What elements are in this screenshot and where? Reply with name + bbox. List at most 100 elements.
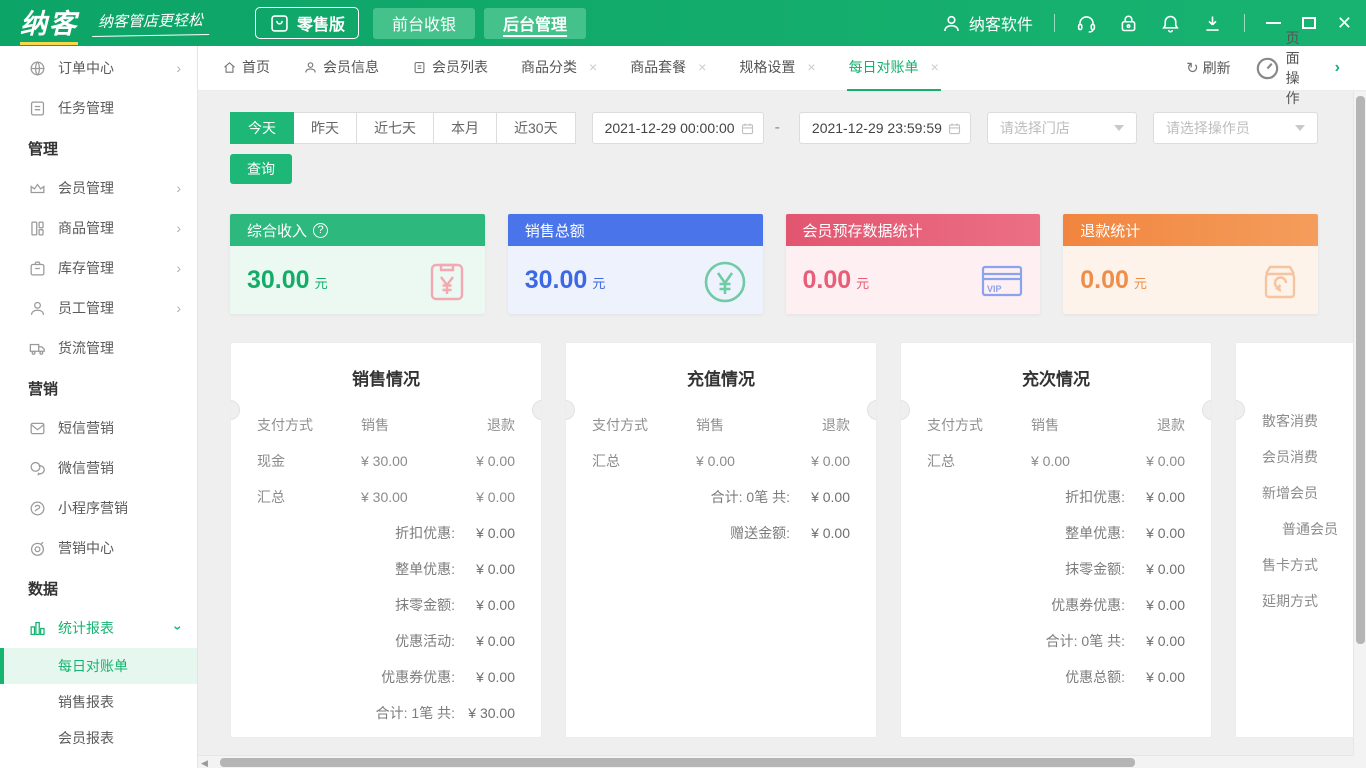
panel-title	[1236, 365, 1353, 389]
refresh-button[interactable]: ↻ 刷新	[1186, 58, 1231, 78]
table-header: 支付方式销售退款	[592, 407, 850, 443]
bell-icon[interactable]	[1160, 13, 1181, 34]
tab-goods-combo[interactable]: 商品套餐 ×	[628, 46, 708, 91]
headset-icon[interactable]	[1076, 13, 1097, 34]
sidebar-subitem-sales-report[interactable]: 销售报表	[0, 684, 197, 720]
sidebar-subitem-member-report[interactable]: 会员报表	[0, 720, 197, 756]
user-icon	[303, 60, 318, 75]
main-area: 首页 会员信息 会员列表 商品分类 × 商品套餐 ×	[198, 46, 1366, 768]
summary-row: 抹零金额:¥ 0.00	[927, 551, 1185, 587]
summary-row: 合计: 0笔 共:¥ 0.00	[592, 479, 850, 515]
crown-icon	[28, 179, 47, 198]
globe-icon	[28, 59, 47, 78]
stat-card-total-income: 综合收入 ? 30.00元	[230, 214, 485, 314]
lock-icon[interactable]	[1118, 13, 1139, 34]
scrollbar-corner	[1353, 755, 1366, 768]
inventory-box-icon	[28, 259, 47, 278]
chevron-right-icon: ›	[176, 180, 181, 196]
tab-daily-reconciliation[interactable]: 每日对账单 ×	[847, 46, 941, 91]
sidebar-item-goods-mgmt[interactable]: 商品管理 ›	[0, 208, 197, 248]
sidebar-item-miniprogram-marketing[interactable]: 小程序营销	[0, 488, 197, 528]
operator-select[interactable]: 请选择操作员	[1153, 112, 1318, 144]
edition-button[interactable]: 零售版	[255, 7, 359, 39]
refresh-icon: ↻	[1186, 59, 1199, 77]
edition-label: 零售版	[297, 11, 345, 35]
close-icon[interactable]: ×	[589, 59, 597, 75]
top-nav: 前台收银 后台管理	[373, 8, 586, 39]
front-cashier-button[interactable]: 前台收银	[373, 8, 475, 39]
truck-icon	[28, 339, 47, 358]
sidebar-section-management: 管理	[0, 128, 197, 168]
sidebar: 订单中心 › 任务管理 管理 会员管理 › 商品管理 › 库存管理 ›	[0, 46, 198, 768]
end-datetime-input[interactable]	[799, 112, 971, 144]
query-button[interactable]: 查询	[230, 154, 292, 184]
close-icon[interactable]: ×	[698, 59, 706, 75]
range-last7days-button[interactable]: 近七天	[357, 112, 434, 144]
summary-row: 优惠总额:¥ 0.00	[927, 659, 1185, 695]
sidebar-item-statistics-reports[interactable]: 统计报表 ›	[0, 608, 197, 648]
sidebar-item-order-center[interactable]: 订单中心 ›	[0, 48, 197, 88]
backstage-button[interactable]: 后台管理	[484, 8, 586, 39]
tab-member-info[interactable]: 会员信息	[301, 46, 381, 91]
refund-box-icon	[1256, 256, 1304, 304]
topbar: 纳客 纳客管店更轻松 零售版 前台收银 后台管理 纳客软件	[0, 0, 1366, 46]
sidebar-item-marketing-center[interactable]: 营销中心	[0, 528, 197, 568]
close-icon[interactable]: ×	[807, 59, 815, 75]
sidebar-item-task-mgmt[interactable]: 任务管理	[0, 88, 197, 128]
task-doc-icon	[28, 99, 47, 118]
summary-row: 折扣优惠:¥ 0.00	[257, 515, 515, 551]
label-row: 会员消费	[1262, 439, 1353, 475]
tab-home[interactable]: 首页	[220, 46, 272, 91]
sidebar-item-logistics-mgmt[interactable]: 货流管理	[0, 328, 197, 368]
horizontal-scroll-thumb[interactable]	[220, 758, 1135, 767]
help-icon[interactable]: ?	[313, 223, 328, 238]
account-name: 纳客软件	[969, 11, 1033, 35]
range-yesterday-button[interactable]: 昨天	[294, 112, 357, 144]
dropdown-caret-icon	[1114, 125, 1124, 131]
table-row: 汇总¥ 30.00¥ 0.00	[257, 479, 515, 515]
app-window: 纳客 纳客管店更轻松 零售版 前台收银 后台管理 纳客软件	[0, 0, 1366, 768]
sidebar-item-inventory-mgmt[interactable]: 库存管理 ›	[0, 248, 197, 288]
miniprogram-icon	[28, 499, 47, 518]
divider	[1054, 14, 1055, 32]
tab-member-list[interactable]: 会员列表	[410, 46, 490, 91]
chevron-right-icon: ›	[176, 60, 181, 76]
panel-sales: 销售情况 支付方式销售退款 现金¥ 30.00¥ 0.00 汇总¥ 30.00¥…	[230, 342, 542, 738]
page-content: 今天 昨天 近七天 本月 近30天 -	[198, 92, 1353, 755]
chevron-right-icon[interactable]: ›	[1335, 59, 1340, 77]
sidebar-item-staff-mgmt[interactable]: 员工管理 ›	[0, 288, 197, 328]
scroll-left-arrow-icon[interactable]: ◀	[201, 758, 208, 768]
panel-times-recharge: 充次情况 支付方式销售退款 汇总¥ 0.00¥ 0.00 折扣优惠:¥ 0.00…	[900, 342, 1212, 738]
chevron-down-icon: ›	[171, 626, 187, 631]
start-datetime-input[interactable]	[592, 112, 764, 144]
tab-spec-settings[interactable]: 规格设置 ×	[737, 46, 817, 91]
account[interactable]: 纳客软件	[941, 11, 1033, 35]
sidebar-item-wechat-marketing[interactable]: 微信营销	[0, 448, 197, 488]
stat-card-refund-total: 退款统计 0.00元	[1063, 214, 1318, 314]
table-row: 汇总¥ 0.00¥ 0.00	[927, 443, 1185, 479]
bar-chart-icon	[28, 619, 47, 638]
tab-goods-category[interactable]: 商品分类 ×	[519, 46, 599, 91]
dial-icon	[1253, 54, 1282, 83]
vertical-scroll-thumb[interactable]	[1356, 96, 1365, 644]
person-icon	[28, 299, 47, 318]
sidebar-item-sms-marketing[interactable]: 短信营销	[0, 408, 197, 448]
calendar-icon	[947, 121, 962, 136]
chevron-right-icon: ›	[176, 260, 181, 276]
circle-yen-icon	[701, 256, 749, 304]
summary-row: 优惠券优惠:¥ 0.00	[927, 587, 1185, 623]
close-icon[interactable]: ×	[931, 59, 939, 75]
sidebar-subitem-daily-reconciliation[interactable]: 每日对账单	[0, 648, 197, 684]
panel-title: 充次情况	[901, 365, 1211, 389]
table-header: 支付方式销售退款	[257, 407, 515, 443]
horizontal-scrollbar[interactable]: ◀	[198, 755, 1353, 768]
range-last30days-button[interactable]: 近30天	[497, 112, 576, 144]
minimize-button[interactable]	[1266, 22, 1281, 24]
sidebar-item-member-mgmt[interactable]: 会员管理 ›	[0, 168, 197, 208]
vertical-scrollbar[interactable]	[1353, 92, 1366, 755]
panel-title: 充值情况	[566, 365, 876, 389]
store-select[interactable]: 请选择门店	[987, 112, 1137, 144]
range-today-button[interactable]: 今天	[230, 112, 294, 144]
stat-cards: 综合收入 ? 30.00元 销售总额 30.00元	[230, 214, 1318, 314]
range-thismonth-button[interactable]: 本月	[434, 112, 497, 144]
